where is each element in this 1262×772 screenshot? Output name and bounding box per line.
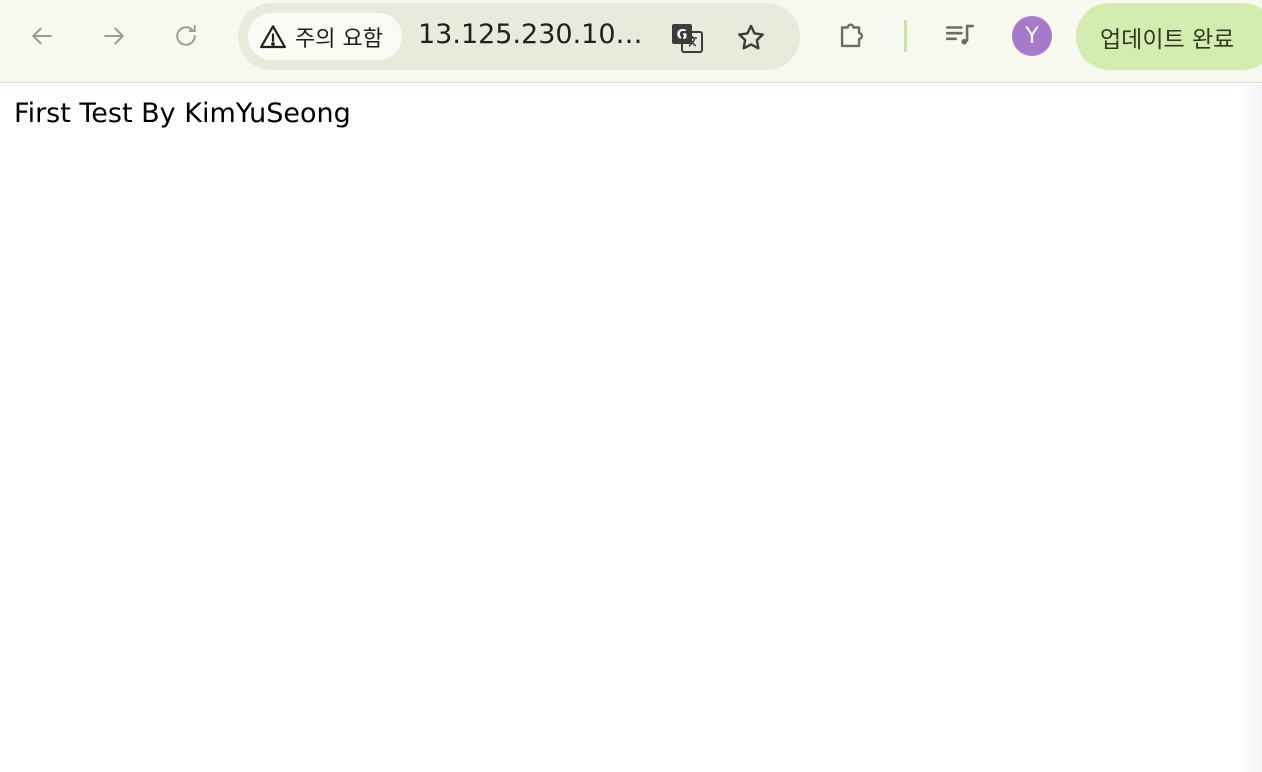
warning-triangle-icon [260, 24, 286, 48]
translate-button[interactable]: G [668, 19, 706, 57]
security-chip[interactable]: 주의 요함 [248, 13, 402, 60]
translate-icon: G [672, 24, 703, 53]
address-bar[interactable]: 주의 요함 13.125.230.105... G [238, 3, 800, 70]
scroll-edge-shade [1240, 84, 1262, 772]
reload-icon [176, 25, 196, 46]
browser-toolbar: 주의 요함 13.125.230.105... G Y 업데이트 완료 [0, 0, 1262, 83]
url-text[interactable]: 13.125.230.105... [418, 19, 648, 50]
extensions-button[interactable] [832, 16, 872, 56]
profile-avatar[interactable]: Y [1012, 16, 1052, 56]
toolbar-separator [904, 20, 907, 52]
media-controls-button[interactable] [940, 16, 980, 56]
arrow-left-icon [32, 27, 52, 45]
arrow-right-icon [104, 27, 124, 45]
reload-button[interactable] [166, 16, 206, 56]
forward-button[interactable] [94, 16, 134, 56]
media-queue-icon [945, 24, 975, 45]
bookmark-button[interactable] [732, 19, 770, 57]
update-button[interactable]: 업데이트 완료 [1076, 3, 1262, 70]
back-button[interactable] [22, 16, 62, 56]
page-body-text: First Test By KimYuSeong [14, 98, 351, 129]
puzzle-icon [840, 23, 864, 48]
security-label: 주의 요함 [295, 26, 383, 52]
star-icon [738, 24, 764, 50]
